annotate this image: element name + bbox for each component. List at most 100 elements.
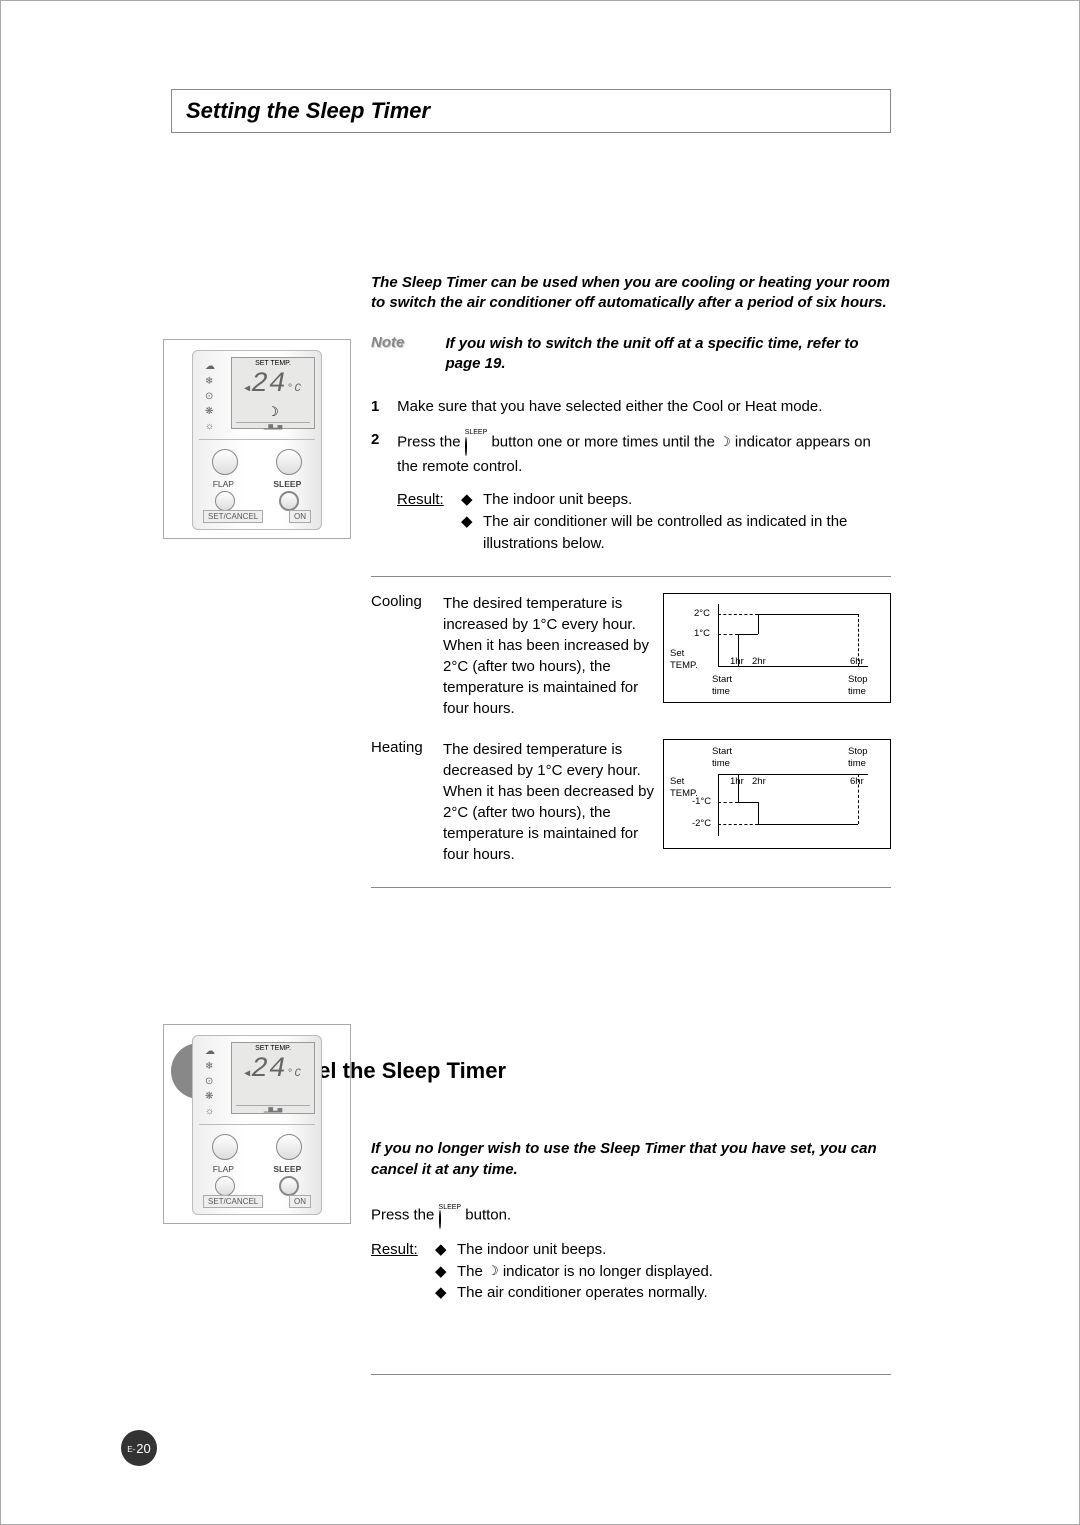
on-label: ON <box>289 510 311 523</box>
text-fragment: Press the <box>397 433 465 450</box>
cool-mode-icon: ❄ <box>205 374 215 389</box>
chart-annotation: Start <box>712 746 732 757</box>
chart-axis-label: Set <box>670 776 684 787</box>
setcancel-label: SET/CANCEL <box>203 510 263 523</box>
dry-mode-icon: ⊙ <box>205 389 215 404</box>
setcancel-label: SET/CANCEL <box>203 1195 263 1208</box>
auto-mode-icon: ☁ <box>205 359 215 374</box>
diamond-bullet-icon: ◆ <box>435 1239 457 1261</box>
chart-ytick: 1°C <box>694 628 710 639</box>
temp-value: 24 <box>251 369 287 400</box>
bullet-text: The air conditioner operates normally. <box>457 1282 891 1304</box>
mode-text: The desired temperature is increased by … <box>443 593 663 719</box>
sleep-button-icon: SLEEP <box>465 429 488 456</box>
chart-ytick: 2°C <box>694 608 710 619</box>
heat-mode-icon: ☼ <box>205 1104 215 1119</box>
bullet-text: The indoor unit beeps. <box>457 1239 891 1261</box>
diamond-bullet-icon: ◆ <box>461 489 483 511</box>
divider <box>371 887 891 888</box>
cool-mode-icon: ❄ <box>205 1059 215 1074</box>
section-title-box: Setting the Sleep Timer <box>171 89 891 133</box>
text-fragment: button. <box>465 1206 511 1223</box>
bullet-row: ◆ The indoor unit beeps. <box>461 489 891 511</box>
page-number: 20 <box>136 1441 150 1456</box>
remote-lcd: SET TEMP. ◀24°C ☽ ▁▆▂▅ <box>231 357 315 429</box>
remote-button <box>276 449 302 475</box>
remote-button <box>212 449 238 475</box>
content-column: Setting the Sleep Timer The Sleep Timer … <box>171 89 891 1391</box>
moon-indicator-icon: ☽ <box>719 433 731 451</box>
chart-xtick: 1hr <box>730 776 744 787</box>
sleep-button-icon: SLEEP <box>439 1204 462 1227</box>
remote-button <box>276 1134 302 1160</box>
diamond-bullet-icon: ◆ <box>435 1282 457 1304</box>
text-fragment: Press the <box>371 1206 439 1223</box>
chart-axis-label: TEMP. <box>670 660 698 671</box>
mode-text: The desired temperature is decreased by … <box>443 739 663 865</box>
remote-mode-icons: ☁ ❄ ⊙ ❋ ☼ <box>205 359 215 434</box>
chart-ytick: -1°C <box>692 796 711 807</box>
sleep-button-label: SLEEP <box>465 429 488 436</box>
moon-indicator-icon: ☽ <box>487 1262 499 1281</box>
temp-unit: °C <box>287 383 302 395</box>
chart-annotation: time <box>848 686 866 697</box>
temp-unit: °C <box>287 1068 302 1080</box>
flap-button <box>215 1176 235 1196</box>
chart-axis-label: Set <box>670 648 684 659</box>
heat-mode-icon: ☼ <box>205 419 215 434</box>
chart-xtick: 6hr <box>850 776 864 787</box>
remote-lcd: SET TEMP. ◀24°C ▁▆▂▅ <box>231 1042 315 1114</box>
manual-page: Setting the Sleep Timer The Sleep Timer … <box>0 0 1080 1525</box>
divider <box>371 576 891 577</box>
chart-ytick: -2°C <box>692 818 711 829</box>
bullet-row: ◆ The air conditioner will be controlled… <box>461 511 891 555</box>
result-label: Result: <box>371 1239 435 1304</box>
page-number-badge: E-20 <box>121 1430 157 1466</box>
section-2: To Cancel the Sleep Timer If you no long… <box>171 1043 891 1375</box>
flap-label: FLAP <box>213 479 234 489</box>
step-text: Press the SLEEP button one or more times… <box>397 429 887 477</box>
result-row: Result: ◆ The indoor unit beeps. ◆ The ☽… <box>371 1239 891 1304</box>
text-fragment: button one or more times until the <box>491 433 719 450</box>
chart-annotation: time <box>712 686 730 697</box>
result-body: ◆ The indoor unit beeps. ◆ The ☽ indicat… <box>435 1239 891 1304</box>
chart-annotation: Start <box>712 674 732 685</box>
result-row: Result: ◆ The indoor unit beeps. ◆ The a… <box>397 489 891 554</box>
cooling-row: Cooling The desired temperature is incre… <box>371 593 891 719</box>
chart-xtick: 2hr <box>752 656 766 667</box>
bullet-row: ◆ The air conditioner operates normally. <box>435 1282 891 1304</box>
cooling-graph: 2°C 1°C Set TEMP. 1hr 2hr <box>663 593 891 719</box>
bullet-text: The indoor unit beeps. <box>483 489 891 511</box>
bullet-row: ◆ The ☽ indicator is no longer displayed… <box>435 1261 891 1283</box>
press-line: Press the SLEEP button. <box>371 1204 891 1227</box>
section-intro: The Sleep Timer can be used when you are… <box>371 273 891 314</box>
sleep-label: SLEEP <box>273 479 301 489</box>
flap-label: FLAP <box>213 1164 234 1174</box>
mode-label: Cooling <box>371 593 443 719</box>
set-temp-label: SET TEMP. <box>232 1045 314 1052</box>
step-number: 1 <box>371 396 393 417</box>
step-number: 2 <box>371 429 393 450</box>
chart-annotation: time <box>848 758 866 769</box>
bullet-text: The air conditioner will be controlled a… <box>483 511 891 555</box>
result-body: ◆ The indoor unit beeps. ◆ The air condi… <box>461 489 891 554</box>
bullet-row: ◆ The indoor unit beeps. <box>435 1239 891 1261</box>
sleep-button <box>279 491 299 511</box>
chart-annotation: Stop <box>848 674 868 685</box>
page-number-prefix: E- <box>127 1445 135 1454</box>
heating-graph: Start time Stop time Set TEMP. 1hr 2hr 6… <box>663 739 891 865</box>
remote-illustration: ☁ ❄ ⊙ ❋ ☼ SET TEMP. ◀24°C ▁▆▂▅ <box>163 1024 351 1224</box>
heating-row: Heating The desired temperature is decre… <box>371 739 891 865</box>
fan-mode-icon: ❋ <box>205 1089 215 1104</box>
section-title: Setting the Sleep Timer <box>186 98 876 124</box>
flap-button <box>215 491 235 511</box>
chart-annotation: time <box>712 758 730 769</box>
dry-mode-icon: ⊙ <box>205 1074 215 1089</box>
remote-button <box>212 1134 238 1160</box>
bullet-text: The ☽ indicator is no longer displayed. <box>457 1261 891 1283</box>
chart-xtick: 1hr <box>730 656 744 667</box>
sleep-button <box>279 1176 299 1196</box>
set-temp-label: SET TEMP. <box>232 360 314 367</box>
diamond-bullet-icon: ◆ <box>461 511 483 555</box>
step-text: Make sure that you have selected either … <box>397 396 887 417</box>
